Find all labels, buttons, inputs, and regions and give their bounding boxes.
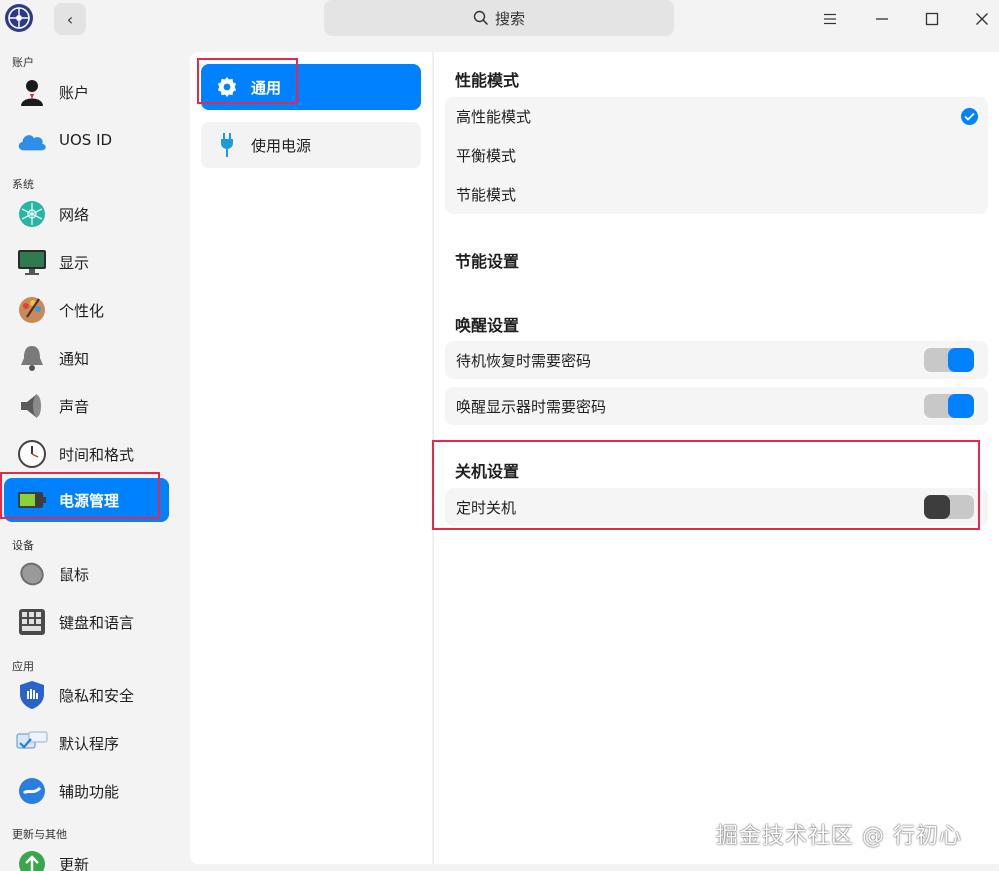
sidebar-item-time-format[interactable]: 时间和格式 — [4, 432, 169, 476]
sub-nav-item-label: 通用 — [251, 78, 282, 97]
sidebar-item-label: 默认程序 — [59, 734, 120, 753]
sidebar-item-personalization[interactable]: 个性化 — [4, 288, 169, 332]
option-balanced[interactable]: 平衡模式 — [445, 136, 988, 175]
bell-icon — [16, 342, 48, 374]
keyboard-icon — [16, 606, 48, 638]
accessibility-icon — [16, 775, 48, 807]
setting-label: 待机恢复时需要密码 — [456, 351, 592, 370]
clock-icon — [16, 438, 48, 470]
back-button[interactable]: ‹ — [54, 3, 86, 35]
wakeup-settings-title: 唤醒设置 — [455, 316, 520, 335]
option-power-saving[interactable]: 节能模式 — [445, 175, 988, 214]
setting-row-scheduled-shutdown: 定时关机 — [445, 488, 988, 526]
section-title-update-other: 更新与其他 — [12, 828, 67, 841]
account-icon — [16, 76, 48, 108]
shield-icon — [16, 679, 48, 711]
wake-display-password-toggle[interactable] — [924, 394, 974, 418]
battery-icon — [16, 484, 48, 516]
shutdown-settings-title: 关机设置 — [455, 462, 520, 481]
setting-row-standby-password: 待机恢复时需要密码 — [445, 341, 988, 379]
sidebar-item-label: 电源管理 — [59, 491, 120, 510]
default-apps-icon — [16, 727, 48, 759]
sidebar-item-label: 鼠标 — [59, 565, 90, 584]
maximize-icon — [925, 12, 939, 26]
sidebar-item-privacy-security[interactable]: 隐私和安全 — [4, 673, 169, 717]
maximize-button[interactable] — [918, 6, 946, 32]
sidebar-item-power-management[interactable]: 电源管理 — [4, 478, 169, 522]
checkmark-icon — [961, 108, 978, 125]
speaker-icon — [16, 390, 48, 422]
watermark-text: 掘金技术社区 @ 行初心 — [716, 824, 962, 849]
chevron-left-icon: ‹ — [66, 9, 74, 29]
sidebar-item-network[interactable]: 网络 — [4, 192, 169, 236]
setting-label: 定时关机 — [456, 498, 517, 517]
sidebar-item-label: 账户 — [59, 83, 90, 102]
sidebar-item-label: 显示 — [59, 253, 90, 272]
sidebar-item-accessibility[interactable]: 辅助功能 — [4, 769, 169, 813]
close-icon — [976, 13, 988, 25]
sidebar-item-label: 个性化 — [59, 301, 105, 320]
sidebar-item-label: 时间和格式 — [59, 445, 135, 464]
control-center-logo-icon — [5, 4, 33, 32]
hamburger-menu-icon — [824, 13, 836, 25]
toggle-knob — [948, 348, 974, 372]
close-button[interactable] — [968, 6, 996, 32]
settings-content-panel: 性能模式 高性能模式 平衡模式 节能模式 节能设置 唤醒设置 待机恢复时需要密码… — [433, 52, 999, 864]
sidebar: 账户 账户 UOS ID 系统 网络 显示 个性化 通知 声音 时间和格式 电源… — [0, 42, 180, 871]
section-title-account: 账户 — [12, 56, 34, 69]
gear-icon — [213, 73, 241, 101]
sidebar-item-label: 隐私和安全 — [59, 686, 135, 705]
scheduled-shutdown-toggle[interactable] — [924, 495, 974, 519]
sidebar-item-update[interactable]: 更新 — [4, 842, 169, 871]
option-label: 高性能模式 — [456, 108, 532, 126]
section-title-devices: 设备 — [12, 539, 34, 552]
update-icon — [16, 848, 48, 871]
sidebar-item-label: 辅助功能 — [59, 782, 120, 801]
power-saving-settings-title: 节能设置 — [455, 252, 520, 271]
sub-nav-item-use-power[interactable]: 使用电源 — [201, 122, 421, 168]
sidebar-item-label: UOS ID — [59, 131, 113, 149]
section-title-apps: 应用 — [12, 660, 34, 673]
sidebar-item-label: 更新 — [59, 855, 90, 871]
sidebar-item-display[interactable]: 显示 — [4, 240, 169, 284]
sub-nav-item-general[interactable]: 通用 — [201, 64, 421, 110]
sub-nav-item-label: 使用电源 — [251, 136, 312, 155]
sidebar-item-label: 声音 — [59, 397, 90, 416]
mouse-icon — [16, 558, 48, 590]
search-placeholder: 搜索 — [494, 9, 525, 28]
cloud-icon — [16, 124, 48, 156]
sidebar-item-mouse[interactable]: 鼠标 — [4, 552, 169, 596]
sidebar-item-notification[interactable]: 通知 — [4, 336, 169, 380]
sidebar-item-uos-id[interactable]: UOS ID — [4, 118, 169, 162]
sidebar-item-sound[interactable]: 声音 — [4, 384, 169, 428]
sidebar-item-keyboard-language[interactable]: 键盘和语言 — [4, 600, 169, 644]
toggle-knob — [948, 394, 974, 418]
personalization-icon — [16, 294, 48, 326]
search-input[interactable]: 搜索 — [324, 0, 674, 36]
sidebar-item-account[interactable]: 账户 — [4, 70, 169, 114]
setting-row-wake-display-password: 唤醒显示器时需要密码 — [445, 387, 988, 425]
option-high-performance[interactable]: 高性能模式 — [445, 97, 988, 136]
option-label: 平衡模式 — [456, 147, 517, 165]
title-bar: ‹ 搜索 — [0, 0, 999, 42]
search-icon — [473, 10, 489, 26]
plug-icon — [213, 131, 241, 159]
option-label: 节能模式 — [456, 186, 517, 204]
sidebar-item-default-apps[interactable]: 默认程序 — [4, 721, 169, 765]
display-icon — [16, 246, 48, 278]
minimize-button[interactable] — [868, 6, 896, 32]
menu-button[interactable] — [816, 6, 844, 32]
sidebar-item-label: 通知 — [59, 349, 90, 368]
standby-password-toggle[interactable] — [924, 348, 974, 372]
network-icon — [16, 198, 48, 230]
sub-navigation-panel: 通用 使用电源 — [190, 52, 432, 864]
setting-label: 唤醒显示器时需要密码 — [456, 397, 607, 416]
performance-mode-options: 高性能模式 平衡模式 节能模式 — [445, 97, 988, 214]
toggle-knob — [924, 495, 950, 519]
sidebar-item-label: 网络 — [59, 205, 90, 224]
section-title-system: 系统 — [12, 178, 34, 191]
minimize-icon — [876, 18, 888, 20]
sidebar-item-label: 键盘和语言 — [59, 613, 135, 632]
performance-mode-title: 性能模式 — [455, 71, 520, 90]
